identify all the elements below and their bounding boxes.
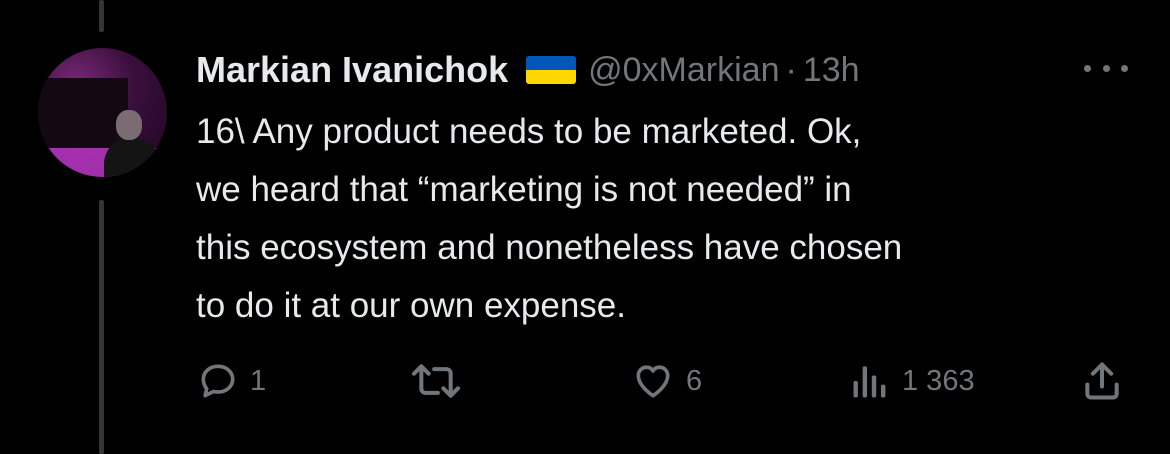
- thread-line-top: [99, 0, 104, 32]
- retweet-icon: [411, 364, 461, 398]
- tweet-text-line: we heard that “marketing is not needed” …: [196, 170, 852, 209]
- tweet-text-line: 16\ Any product needs to be marketed. Ok…: [196, 112, 862, 151]
- thread-line-bottom: [99, 200, 104, 454]
- more-options-icon[interactable]: [1084, 58, 1128, 78]
- like-count: 6: [686, 364, 703, 397]
- tweet-text-line: to do it at our own expense.: [196, 286, 626, 325]
- avatar-person-head: [116, 110, 142, 140]
- views-icon: [853, 366, 886, 398]
- tweet-actions: 1 6 1 363: [196, 358, 1136, 404]
- author-name[interactable]: Markian Ivanichok: [196, 49, 508, 91]
- views-button[interactable]: 1 363: [848, 358, 975, 404]
- reply-count: 1: [250, 364, 267, 397]
- separator: ·: [785, 50, 797, 89]
- share-icon: [1085, 362, 1119, 400]
- share-button[interactable]: [1080, 358, 1124, 404]
- avatar-background: [38, 78, 128, 148]
- heart-icon: [636, 365, 670, 398]
- tweet-header: Markian Ivanichok @0xMarkian · 13h: [196, 48, 860, 92]
- avatar[interactable]: [38, 48, 167, 177]
- reply-icon: [201, 364, 235, 398]
- author-handle[interactable]: @0xMarkian: [588, 51, 779, 90]
- views-count: 1 363: [902, 364, 975, 397]
- tweet-time[interactable]: 13h: [803, 51, 860, 90]
- reply-button[interactable]: 1: [196, 358, 266, 404]
- tweet-text: 16\ Any product needs to be marketed. Ok…: [196, 103, 1136, 335]
- like-button[interactable]: 6: [630, 358, 702, 404]
- avatar-person-body: [104, 138, 160, 177]
- ukraine-flag-icon: [526, 56, 577, 84]
- retweet-button[interactable]: [410, 358, 462, 404]
- tweet-text-line: this ecosystem and nonetheless have chos…: [196, 228, 903, 267]
